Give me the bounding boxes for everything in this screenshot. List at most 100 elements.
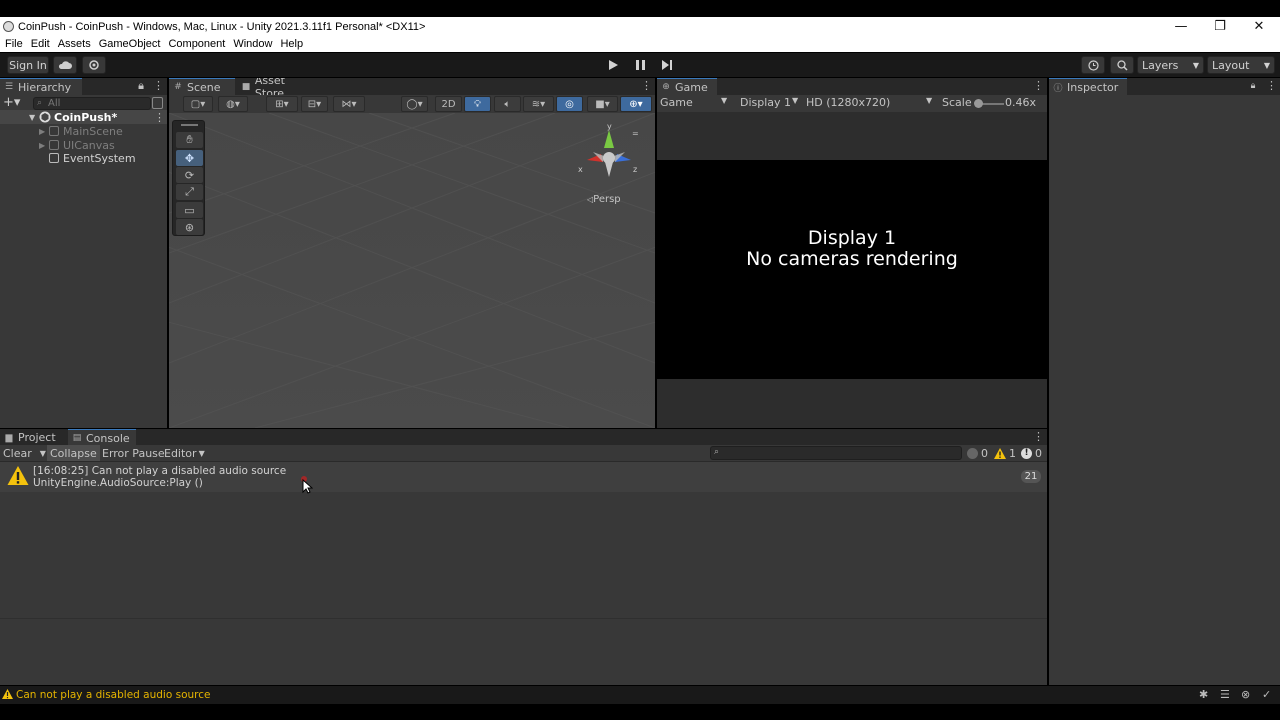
hidden-objects-toggle-icon[interactable]: ◎	[556, 96, 583, 112]
scale-tool-icon[interactable]: ⤢	[176, 184, 203, 200]
tab-console[interactable]: ▤ Console	[68, 429, 136, 446]
tab-inspector-label: Inspector	[1067, 80, 1119, 94]
orbit-dropdown[interactable]: ◯▾	[401, 96, 428, 112]
console-splitter[interactable]	[0, 618, 1047, 619]
kebab-menu-icon[interactable]: ⋮	[153, 80, 164, 91]
hand-tool-icon[interactable]: ✋︎	[176, 132, 203, 148]
filter-icon[interactable]	[152, 97, 163, 109]
layout-dropdown[interactable]: Layout ▼	[1207, 56, 1275, 74]
camera-dropdown[interactable]: ■▾	[587, 96, 618, 112]
persp-label[interactable]: ◁Persp	[587, 194, 621, 205]
layers-dropdown[interactable]: Layers ▼	[1137, 56, 1204, 74]
main-toolbar: Sign In Layers ▼ Layout ▼	[0, 53, 1280, 77]
audio-toggle-icon[interactable]: 🔈︎	[494, 96, 521, 112]
scene-panel[interactable]: # Scene ■ Asset Store ⋮ ▢▾ ◍▾ ⊞▾ ⊟▾ ⋈▾ ◯…	[169, 78, 655, 428]
warning-icon	[7, 466, 29, 485]
tab-scene[interactable]: # Scene	[169, 78, 235, 95]
menu-assets[interactable]: Assets	[54, 38, 95, 50]
unity-scene-icon	[39, 111, 51, 123]
error-filter-toggle[interactable]: ! 0	[1018, 445, 1045, 461]
tab-inspector[interactable]: ⓘ Inspector	[1049, 78, 1127, 95]
menu-component[interactable]: Component	[164, 38, 229, 50]
play-icon[interactable]	[606, 58, 620, 72]
search-icon[interactable]	[1110, 56, 1134, 74]
gameobject-icon	[49, 126, 59, 136]
hierarchy-item-mainscene[interactable]: ▶ MainScene	[0, 124, 167, 138]
console-search-input[interactable]: ⌕	[710, 446, 962, 460]
kebab-menu-icon[interactable]: ⋮	[154, 111, 165, 124]
tab-project[interactable]: ▆ Project	[0, 429, 62, 446]
gizmos-dropdown[interactable]: ⊕▾	[620, 96, 652, 112]
close-button[interactable]: ✕	[1239, 17, 1279, 36]
sign-in-button[interactable]: Sign In	[7, 56, 49, 74]
menu-file[interactable]: File	[0, 38, 27, 50]
drag-handle[interactable]	[181, 124, 198, 126]
collab-icon[interactable]	[82, 56, 106, 74]
hierarchy-root-row[interactable]: ▼ CoinPush* ⋮	[0, 110, 167, 124]
hierarchy-item-uicanvas[interactable]: ▶ UICanvas	[0, 138, 167, 152]
game-viewport[interactable]: Display 1 No cameras rendering	[657, 160, 1047, 379]
move-tool-icon[interactable]: ✥	[176, 150, 203, 166]
orientation-gizmo[interactable]: y x z =	[573, 122, 645, 182]
kebab-menu-icon[interactable]: ⋮	[1033, 431, 1044, 442]
console-panel: ▆ Project ▤ Console ⋮ Clear ▼ Collapse Er…	[0, 429, 1047, 685]
hierarchy-item-eventsystem[interactable]: EventSystem	[0, 151, 167, 165]
info-filter-toggle[interactable]: 0	[964, 445, 991, 461]
tab-hierarchy[interactable]: ☰ Hierarchy	[0, 78, 82, 95]
history-icon[interactable]	[1081, 56, 1105, 74]
maximize-button[interactable]: ❐	[1200, 17, 1240, 36]
shading-dropdown[interactable]: ◍▾	[218, 96, 248, 112]
game-mode-dropdown[interactable]: Game	[660, 96, 693, 109]
lighting-toggle-icon[interactable]: 💡︎	[464, 96, 491, 112]
collapse-button[interactable]: Collapse	[47, 445, 100, 461]
log-count-badge: 21	[1021, 470, 1041, 483]
tab-asset-store[interactable]: ■ Asset Store	[237, 78, 317, 100]
warning-filter-toggle[interactable]: 1	[991, 445, 1019, 461]
console-log-row[interactable]: [16:08:25] Can not play a disabled audio…	[0, 462, 1047, 492]
hierarchy-item-label: UICanvas	[63, 138, 115, 152]
increment-snap-dropdown[interactable]: ⊟▾	[301, 96, 328, 112]
menu-bar: File Edit Assets GameObject Component Wi…	[0, 36, 1280, 52]
editor-dropdown[interactable]: Editor ▼	[161, 445, 208, 461]
kebab-menu-icon[interactable]: ⋮	[641, 80, 652, 91]
error-pause-button[interactable]: Error Pause	[99, 445, 168, 461]
menu-edit[interactable]: Edit	[27, 38, 54, 50]
menu-window[interactable]: Window	[229, 38, 276, 50]
step-icon[interactable]	[660, 58, 674, 72]
display-label: Display 1	[807, 227, 897, 249]
mouse-cursor-icon	[301, 476, 313, 494]
lock-icon[interactable]: 🔒︎	[1250, 81, 1256, 91]
chevron-down-icon: ▼	[1192, 60, 1199, 70]
hierarchy-search-input[interactable]: ⌕ All	[33, 97, 151, 110]
transform-tool-icon[interactable]: ⊛	[176, 219, 203, 235]
minimize-button[interactable]: —	[1161, 17, 1201, 36]
resolution-dropdown[interactable]: HD (1280x720)	[806, 96, 890, 109]
debug-icon[interactable]: ✱	[1199, 688, 1208, 701]
cloud-icon[interactable]	[53, 56, 77, 74]
progress-check-icon[interactable]: ✓	[1262, 688, 1271, 701]
kebab-menu-icon[interactable]: ⋮	[1266, 80, 1277, 91]
network-icon[interactable]: ⊗	[1241, 688, 1250, 701]
pivot-dropdown[interactable]: ⋈▾	[333, 96, 365, 112]
display-dropdown[interactable]: Display 1	[740, 96, 791, 109]
grid-snap-dropdown[interactable]: ⊞▾	[266, 96, 298, 112]
kebab-menu-icon[interactable]: ⋮	[1033, 80, 1044, 91]
clear-button[interactable]: Clear ▼	[0, 445, 49, 461]
tab-scene-label: Scene	[187, 80, 221, 94]
pause-icon[interactable]	[633, 58, 647, 72]
menu-help[interactable]: Help	[276, 38, 307, 50]
cache-server-icon[interactable]: ☰	[1220, 688, 1230, 701]
tab-game[interactable]: ⊕ Game	[657, 78, 717, 95]
effects-dropdown[interactable]: ≋▾	[523, 96, 554, 112]
add-button[interactable]: +▾	[3, 96, 25, 110]
status-message[interactable]: Can not play a disabled audio source	[16, 689, 210, 701]
rect-tool-icon[interactable]: ▭	[176, 202, 203, 218]
draw-mode-dropdown[interactable]: ▢▾	[183, 96, 213, 112]
toggle-2d-button[interactable]: 2D	[435, 96, 462, 112]
lock-icon[interactable]: 🔒︎	[138, 80, 144, 91]
scale-slider-thumb[interactable]	[974, 99, 983, 108]
rotate-tool-icon[interactable]: ⟳	[176, 167, 203, 183]
menu-gameobject[interactable]: GameObject	[95, 38, 165, 50]
layers-label: Layers	[1142, 58, 1179, 72]
tab-project-label: Project	[18, 431, 56, 444]
